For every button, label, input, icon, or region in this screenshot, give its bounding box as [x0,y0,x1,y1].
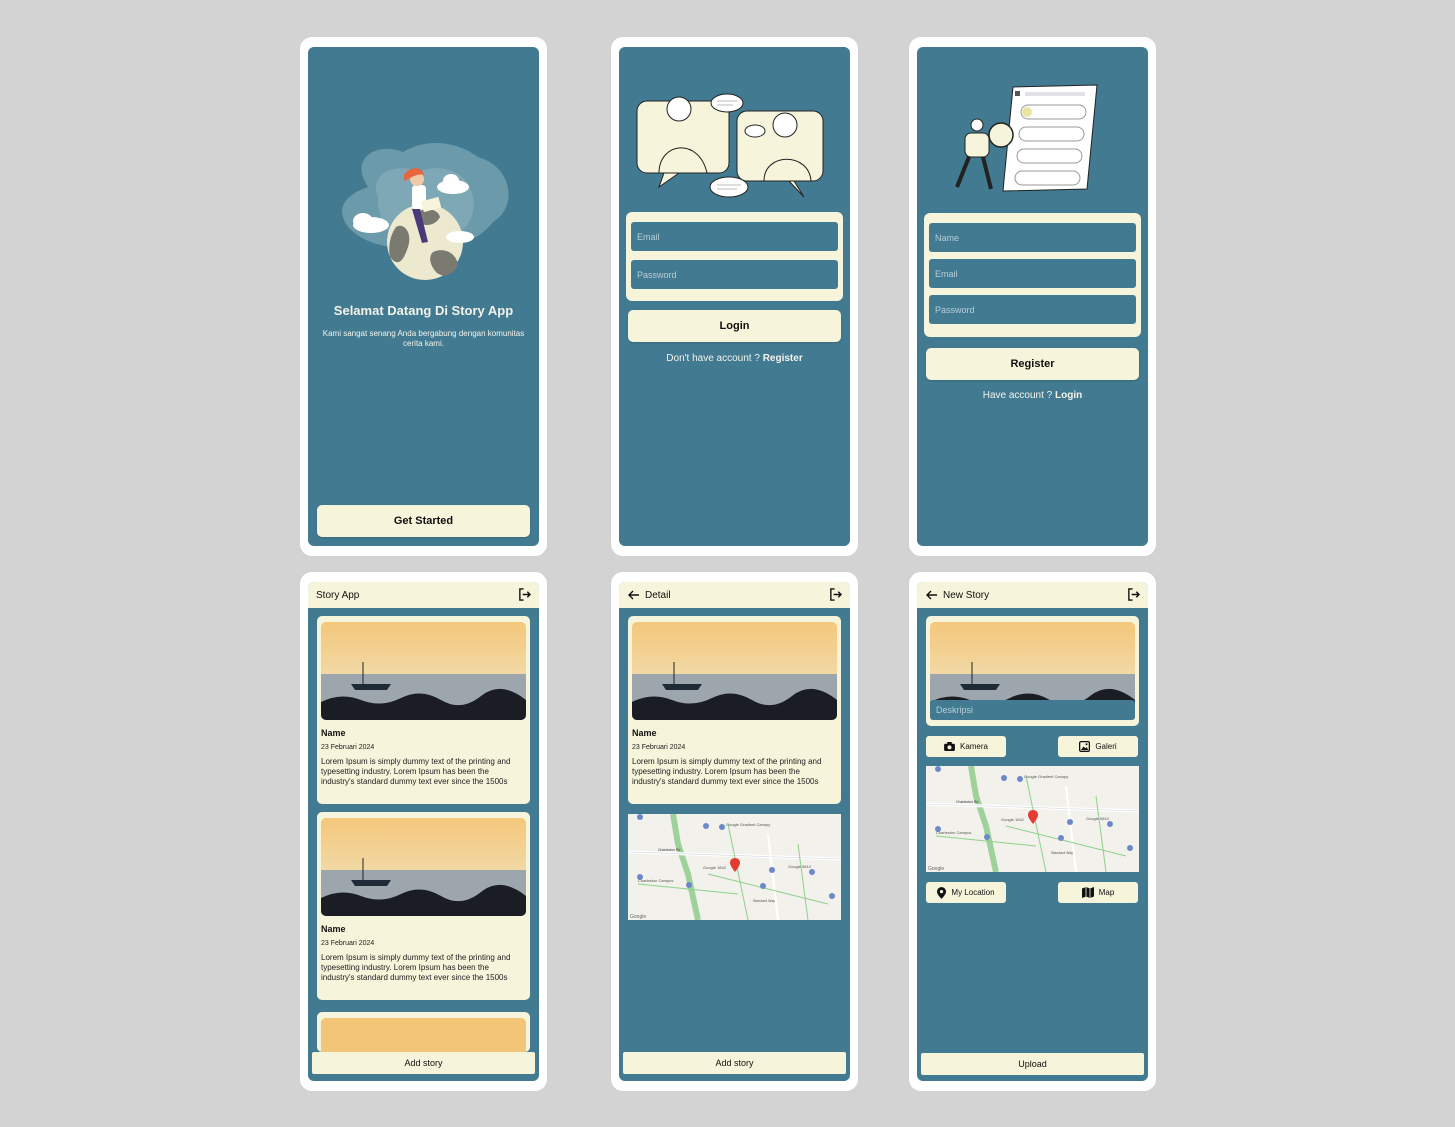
story-description: Lorem Ipsum is simply dummy text of the … [321,953,511,982]
map-label-road1: Charleston Rd [956,800,978,804]
new-story-card [926,616,1139,726]
register-prompt: Don't have account ? Register [619,353,850,364]
new-story-screen-frame: New Story Kamera Galeri [909,572,1156,1091]
map-label-place2: Charleston Campus [936,830,971,835]
app-bar: Detail [619,582,850,608]
login-prompt: Have account ? Login [917,390,1148,401]
chat-illustration [636,93,824,198]
email-input[interactable] [929,259,1136,288]
app-bar: Story App [308,582,539,608]
arrow-left-icon[interactable] [926,589,938,601]
story-description: Lorem Ipsum is simply dummy text of the … [321,757,511,786]
password-input[interactable] [631,260,838,289]
login-button[interactable]: Login [628,310,841,342]
map-label-place1: Google Gradient Canopy [1024,774,1068,779]
story-photo [321,1018,526,1052]
page-title: New Story [943,589,990,601]
story-photo [321,818,526,916]
register-button[interactable]: Register [926,348,1139,380]
my-location-button[interactable]: My Location [926,882,1006,903]
story-date: 23 Februari 2024 [321,940,375,947]
welcome-title: Selamat Datang Di Story App [333,303,514,318]
map-button[interactable]: Map [1058,882,1138,903]
login-form-card [626,212,843,301]
map-brand: Google [630,914,646,920]
form-illustration [955,84,1098,192]
new-story-screen: New Story Kamera Galeri [917,582,1148,1081]
add-story-button[interactable]: Add story [312,1052,535,1074]
story-name: Name [321,924,346,934]
register-form-card [924,213,1141,337]
logout-icon[interactable] [829,588,842,601]
camera-icon [944,742,955,751]
map-label-road2: Standard Way [1051,851,1073,855]
login-screen-frame: Login Don't have account ? Register [611,37,858,556]
register-link[interactable]: Register [763,353,803,364]
detail-screen: Detail Name 23 Februari 2024 Lorem Ipsum… [619,582,850,1081]
story-date: 23 Februari 2024 [632,744,686,751]
story-date: 23 Februari 2024 [321,744,375,751]
logout-icon[interactable] [518,588,531,601]
logout-icon[interactable] [1127,588,1140,601]
story-photo [321,622,526,720]
story-card[interactable]: Name 23 Februari 2024 Lorem Ipsum is sim… [317,616,530,804]
gallery-button-label: Galeri [1095,742,1117,751]
my-location-button-label: My Location [951,888,995,897]
add-story-button[interactable]: Add story [623,1052,846,1074]
register-screen-frame: Register Have account ? Login [909,37,1156,556]
upload-button[interactable]: Upload [921,1053,1144,1075]
map-label-place4: Google 5810 [1086,816,1110,821]
story-name: Name [321,728,346,738]
map-label-place1: Google Gradient Canopy [726,822,770,827]
map-label-place4: Google 5810 [788,864,812,869]
email-input[interactable] [631,222,838,251]
story-name: Name [632,728,657,738]
name-input[interactable] [929,223,1136,252]
password-input[interactable] [929,295,1136,324]
story-photo [632,622,837,720]
map-label-place3: Google 1842 [1001,817,1025,822]
login-screen: Login Don't have account ? Register [619,47,850,546]
story-card-partial[interactable] [317,1012,530,1052]
get-started-button[interactable]: Get Started [317,505,530,537]
map-icon [1081,887,1094,898]
map-label-road2: Standard Way [753,899,775,903]
login-link[interactable]: Login [1055,390,1082,401]
map-label-road1: Charleston Rd [658,848,680,852]
map-label-place2: Charleston Campus [638,878,673,883]
location-map[interactable]: Google Gradient Canopy Charleston Rd Cha… [926,766,1139,872]
map-button-label: Map [1098,888,1115,897]
story-list-screen-frame: Story App Name 23 Februari 2024 Lorem Ip… [300,572,547,1091]
story-description: Lorem Ipsum is simply dummy text of the … [632,757,822,786]
camera-button[interactable]: Kamera [926,736,1006,757]
story-detail-card: Name 23 Februari 2024 Lorem Ipsum is sim… [628,616,841,804]
image-icon [1079,741,1091,752]
login-prompt-text: Have account ? [982,390,1056,401]
register-screen: Register Have account ? Login [917,47,1148,546]
welcome-subtitle: Kami sangat senang Anda bergabung dengan… [322,329,525,348]
welcome-screen-frame: Selamat Datang Di Story App Kami sangat … [300,37,547,556]
app-bar: New Story [917,582,1148,608]
page-title: Detail [645,589,671,601]
welcome-screen: Selamat Datang Di Story App Kami sangat … [308,47,539,546]
welcome-illustration [342,142,509,280]
story-list-screen: Story App Name 23 Februari 2024 Lorem Ip… [308,582,539,1081]
register-prompt-text: Don't have account ? [666,353,763,364]
map-brand: Google [928,866,944,872]
description-input[interactable] [930,700,1135,720]
detail-screen-frame: Detail Name 23 Februari 2024 Lorem Ipsum… [611,572,858,1091]
arrow-left-icon[interactable] [628,589,640,601]
location-pin-icon [937,886,947,899]
location-map[interactable]: Google Gradient Canopy Charleston Rd Cha… [628,814,841,920]
camera-button-label: Kamera [959,742,988,751]
story-card[interactable]: Name 23 Februari 2024 Lorem Ipsum is sim… [317,812,530,1000]
app-title: Story App [316,589,360,601]
map-label-place3: Google 1842 [703,865,727,870]
gallery-button[interactable]: Galeri [1058,736,1138,757]
